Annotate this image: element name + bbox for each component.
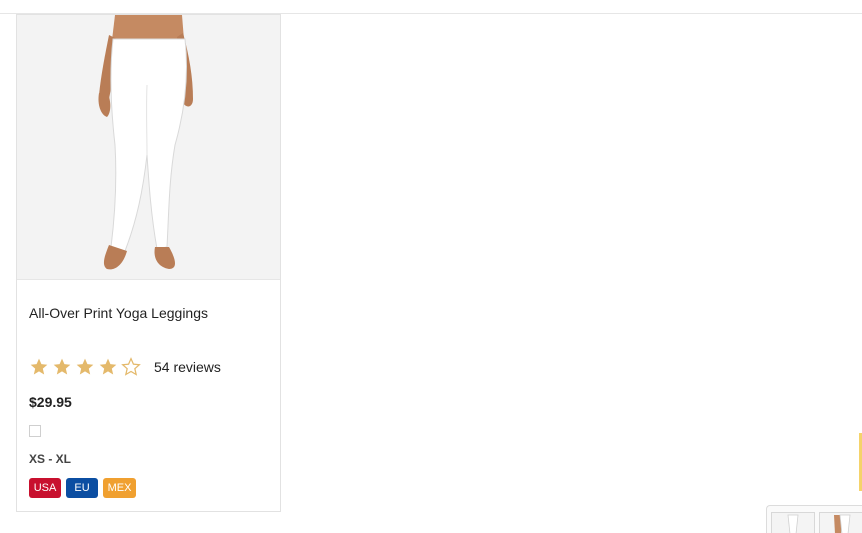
- recent-product-thumbnail[interactable]: [771, 512, 815, 533]
- color-swatch-white[interactable]: [29, 425, 41, 437]
- recently-viewed-widget[interactable]: [766, 505, 862, 533]
- region-badges: USA EU MEX: [29, 478, 141, 498]
- product-image[interactable]: [17, 15, 280, 280]
- star-filled-icon: [99, 358, 117, 375]
- rating-stars: [29, 357, 144, 377]
- star-filled-icon: [53, 358, 71, 375]
- leggings-thumbnail-icon: [820, 513, 862, 533]
- star-filled-icon: [76, 358, 94, 375]
- product-title[interactable]: All-Over Print Yoga Leggings: [29, 305, 208, 321]
- product-card[interactable]: All-Over Print Yoga Leggings 54 reviews …: [16, 14, 281, 512]
- region-badge-eu[interactable]: EU: [66, 478, 98, 498]
- region-badge-mex[interactable]: MEX: [103, 478, 136, 498]
- leggings-photo-icon: [17, 15, 280, 279]
- leggings-thumbnail-icon: [772, 513, 814, 533]
- product-price: $29.95: [29, 394, 72, 410]
- star-empty-icon: [121, 357, 141, 376]
- region-badge-usa[interactable]: USA: [29, 478, 61, 498]
- star-filled-icon: [30, 358, 48, 375]
- size-range: XS - XL: [29, 452, 72, 466]
- reviews-count[interactable]: 54 reviews: [154, 359, 221, 375]
- recent-product-thumbnail[interactable]: [819, 512, 862, 533]
